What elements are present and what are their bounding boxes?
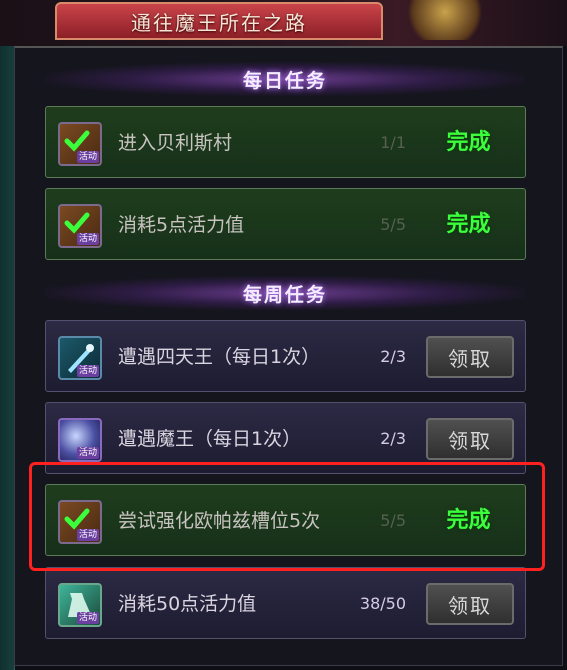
chest-check-icon: 活动 [58, 204, 102, 248]
chest-check-icon: 活动 [58, 122, 102, 166]
weekly-section-title: 每周任务 [45, 276, 525, 310]
complete-status: 完成 [446, 212, 491, 237]
activity-tag: 活动 [76, 447, 99, 459]
task-progress: 5/5 [380, 215, 406, 234]
weekly-task-row: 活动 消耗50点活力值 38/50 领取 [45, 567, 526, 639]
weekly-section-label: 每周任务 [242, 283, 327, 306]
route-banner: 通往魔王所在之路 [55, 2, 383, 40]
daily-task-row: 活动 消耗5点活力值 5/5 完成 [45, 188, 526, 260]
banner-title: 通往魔王所在之路 [131, 10, 307, 35]
daily-section-label: 每日任务 [242, 69, 327, 92]
crest-decoration [400, 0, 490, 40]
potion-icon: 活动 [58, 583, 102, 627]
highlight-box [29, 462, 545, 571]
task-progress: 2/3 [380, 347, 406, 366]
daily-section-title: 每日任务 [45, 62, 525, 96]
blade-icon: 活动 [58, 336, 102, 380]
claim-button[interactable]: 领取 [426, 583, 514, 625]
activity-tag: 活动 [76, 612, 99, 624]
task-label: 消耗50点活力值 [118, 593, 257, 615]
task-label: 进入贝利斯村 [118, 132, 233, 154]
task-label: 遭遇四天王（每日1次） [118, 346, 321, 368]
weekly-task-row: 活动 遭遇四天王（每日1次） 2/3 领取 [45, 320, 526, 392]
task-label: 消耗5点活力值 [118, 214, 245, 236]
claim-button[interactable]: 领取 [426, 336, 514, 378]
claim-button[interactable]: 领取 [426, 418, 514, 460]
task-progress: 1/1 [380, 133, 406, 152]
daily-task-row: 活动 进入贝利斯村 1/1 完成 [45, 106, 526, 178]
activity-tag: 活动 [76, 365, 99, 377]
left-panel-edge [0, 46, 15, 670]
orb-icon: 活动 [58, 418, 102, 462]
complete-status: 完成 [446, 130, 491, 155]
activity-tag: 活动 [76, 151, 99, 163]
activity-tag: 活动 [76, 233, 99, 245]
task-progress: 38/50 [359, 594, 406, 613]
